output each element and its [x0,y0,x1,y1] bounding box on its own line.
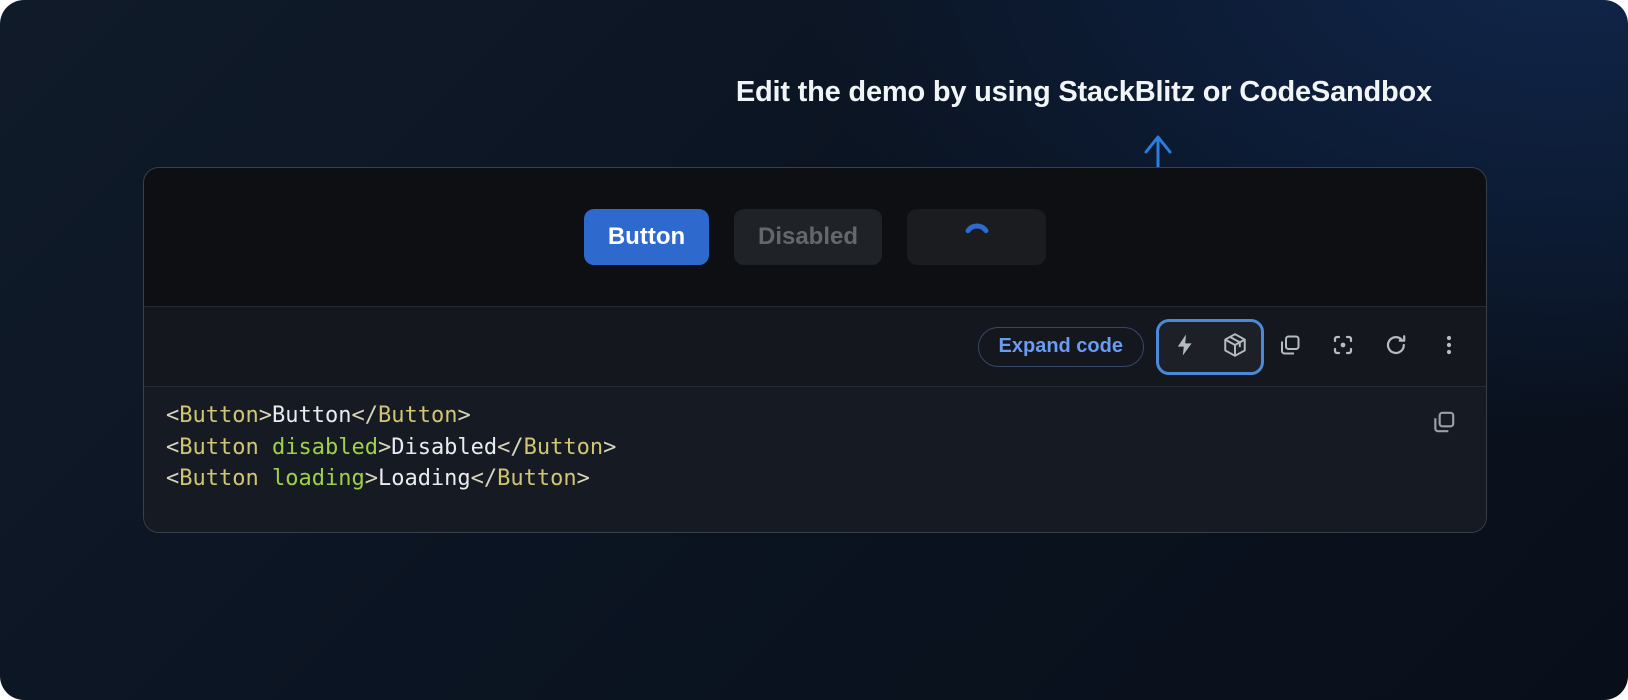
demo-button-loading[interactable] [907,209,1046,265]
spinner-icon [961,221,993,253]
annotation-text: Edit the demo by using StackBlitz or Cod… [736,76,1432,109]
codesandbox-button[interactable] [1219,331,1251,363]
copy-icon [1431,409,1457,438]
copy-icon [1278,333,1302,360]
refresh-button[interactable] [1376,327,1416,367]
code-content: <Button>Button</Button><Button disabled>… [144,387,1486,495]
lightning-icon [1173,333,1197,360]
demo-toolbar: Expand code [144,307,1486,387]
screenshot-canvas: Edit the demo by using StackBlitz or Cod… [0,0,1628,700]
demo-preview-area: Button Disabled [144,168,1486,307]
demo-button-primary[interactable]: Button [584,209,709,265]
code-block: <Button>Button</Button><Button disabled>… [144,387,1486,532]
code-line: <Button>Button</Button> [166,400,1486,432]
focus-scan-icon [1331,333,1355,360]
copy-button[interactable] [1270,327,1310,367]
kebab-menu-button[interactable] [1429,327,1469,367]
code-line: <Button disabled>Disabled</Button> [166,432,1486,464]
refresh-icon [1384,333,1408,360]
demo-button-disabled: Disabled [734,209,882,265]
codesandbox-icon [1222,332,1248,361]
sandbox-button-group [1156,319,1264,375]
copy-code-button[interactable] [1428,407,1460,439]
expand-code-button[interactable]: Expand code [978,327,1144,367]
stackblitz-button[interactable] [1169,331,1201,363]
code-line: <Button loading>Loading</Button> [166,463,1486,495]
kebab-menu-icon [1437,333,1461,360]
component-demo-panel: Button Disabled Expand code [143,167,1487,533]
focus-scan-button[interactable] [1323,327,1363,367]
